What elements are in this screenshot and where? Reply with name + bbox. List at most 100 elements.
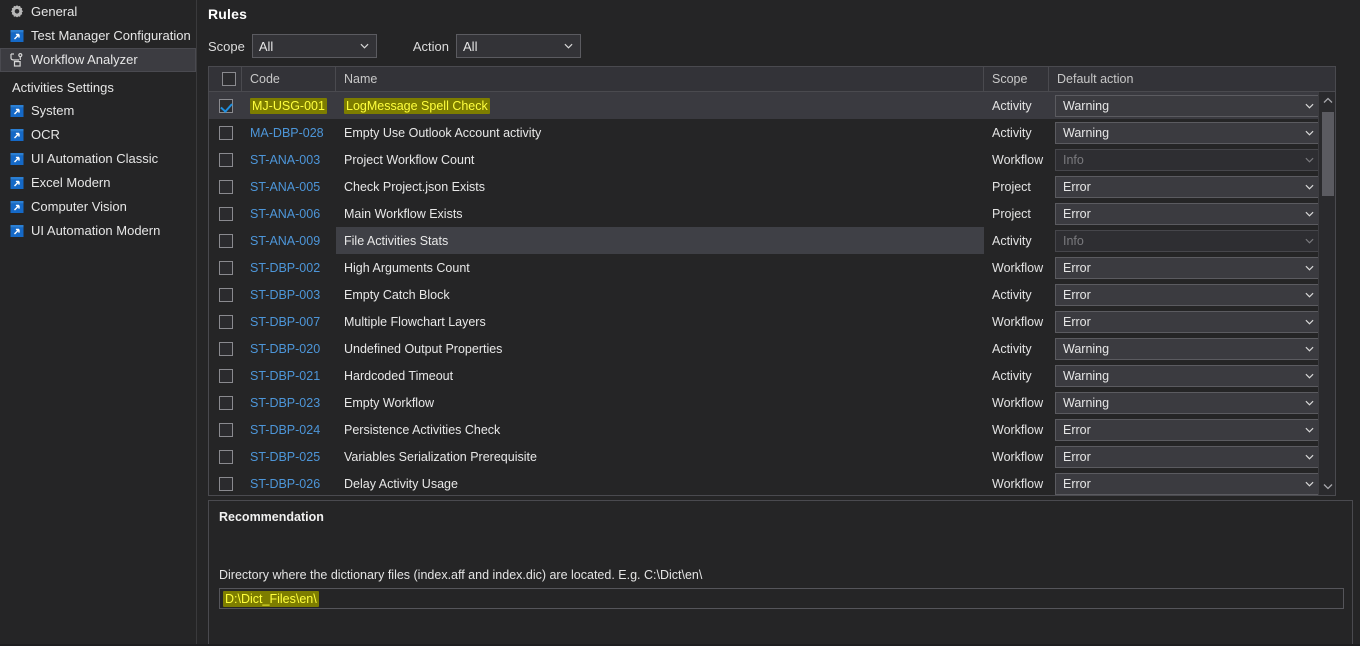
default-action-select[interactable]: Error xyxy=(1055,202,1323,225)
sidebar-item-ocr[interactable]: OCR xyxy=(0,123,196,147)
select-all-header[interactable] xyxy=(209,67,242,92)
rule-scope-cell: Workflow xyxy=(992,152,1044,167)
sidebar-item-computer-vision[interactable]: Computer Vision xyxy=(0,195,196,219)
row-checkbox[interactable] xyxy=(218,233,233,248)
column-header-name[interactable]: Name xyxy=(336,67,984,92)
table-row[interactable]: ST-DBP-021 Hardcoded Timeout Activity Warni… xyxy=(209,362,1335,389)
table-row[interactable]: ST-ANA-003 Project Workflow Count Workflow… xyxy=(209,146,1335,173)
table-row[interactable]: MA-DBP-028 Empty Use Outlook Account acti… xyxy=(209,119,1335,146)
row-checkbox[interactable] xyxy=(218,341,233,356)
chevron-down-icon xyxy=(1305,317,1314,326)
settings-window: General Test Manager Configuration Workflo… xyxy=(0,0,1360,646)
default-action-value: Warning xyxy=(1063,395,1110,410)
select-all-checkbox[interactable] xyxy=(222,72,236,86)
default-action-select[interactable]: Warning xyxy=(1055,391,1323,414)
row-checkbox-cell[interactable] xyxy=(209,443,242,470)
default-action-select[interactable]: Warning xyxy=(1055,337,1323,360)
sidebar-item-test-manager-configuration[interactable]: Test Manager Configuration xyxy=(0,24,196,48)
table-row[interactable]: MJ-USG-001 LogMessage Spell Check Activity… xyxy=(209,92,1335,119)
sidebar-item-system[interactable]: System xyxy=(0,99,196,123)
row-checkbox-cell[interactable] xyxy=(209,335,242,362)
table-row[interactable]: ST-DBP-020 Undefined Output Properties Act… xyxy=(209,335,1335,362)
scroll-down-arrow-icon[interactable] xyxy=(1319,478,1335,495)
table-row[interactable]: ST-DBP-007 Multiple Flowchart Layers Workf… xyxy=(209,308,1335,335)
row-checkbox[interactable] xyxy=(218,179,233,194)
row-checkbox[interactable] xyxy=(218,368,233,383)
package-icon xyxy=(9,223,25,239)
default-action-select[interactable]: Error xyxy=(1055,472,1323,495)
table-row[interactable]: ST-ANA-006 Main Workflow Exists Project Err… xyxy=(209,200,1335,227)
column-header-scope[interactable]: Scope xyxy=(984,67,1049,92)
scope-filter-label: Scope xyxy=(208,38,245,54)
row-checkbox-cell[interactable] xyxy=(209,254,242,281)
default-action-value: Error xyxy=(1063,449,1091,464)
rule-action-cell: Error xyxy=(1049,416,1335,443)
row-checkbox[interactable] xyxy=(218,449,233,464)
rule-name-cell: Empty Catch Block xyxy=(336,281,984,308)
sidebar-item-ui-automation-modern[interactable]: UI Automation Modern xyxy=(0,219,196,243)
row-checkbox-cell[interactable] xyxy=(209,416,242,443)
row-checkbox-cell[interactable] xyxy=(209,119,242,146)
table-row[interactable]: ST-ANA-005 Check Project.json Exists Proje… xyxy=(209,173,1335,200)
default-action-select[interactable]: Error xyxy=(1055,445,1323,468)
row-checkbox[interactable] xyxy=(218,206,233,221)
action-filter-select[interactable]: All xyxy=(456,34,582,58)
column-header-code[interactable]: Code xyxy=(242,67,336,92)
sidebar-item-general[interactable]: General xyxy=(0,0,196,24)
default-action-select[interactable]: Error xyxy=(1055,310,1323,333)
row-checkbox-cell[interactable] xyxy=(209,281,242,308)
package-icon xyxy=(9,151,25,167)
package-icon xyxy=(9,103,25,119)
rule-code: ST-DBP-026 xyxy=(250,476,321,491)
column-header-default-action[interactable]: Default action xyxy=(1049,67,1335,92)
row-checkbox-cell[interactable] xyxy=(209,470,242,495)
row-checkbox-cell[interactable] xyxy=(209,308,242,335)
sidebar-item-ui-automation-classic[interactable]: UI Automation Classic xyxy=(0,147,196,171)
row-checkbox[interactable] xyxy=(218,125,233,140)
sidebar-item-label: Excel Modern xyxy=(31,175,111,190)
row-checkbox[interactable] xyxy=(218,395,233,410)
scope-filter-select[interactable]: All xyxy=(251,34,377,58)
row-checkbox[interactable] xyxy=(218,152,233,167)
default-action-select[interactable]: Error xyxy=(1055,256,1323,279)
table-row[interactable]: ST-ANA-009 File Activities Stats Activity I… xyxy=(209,227,1335,254)
default-action-select[interactable]: Warning xyxy=(1055,121,1323,144)
default-action-select[interactable]: Error xyxy=(1055,283,1323,306)
default-action-select[interactable]: Error xyxy=(1055,175,1323,198)
row-checkbox[interactable] xyxy=(218,260,233,275)
table-row[interactable]: ST-DBP-002 High Arguments Count Workflow Er… xyxy=(209,254,1335,281)
table-row[interactable]: ST-DBP-003 Empty Catch Block Activity Error xyxy=(209,281,1335,308)
table-row[interactable]: ST-DBP-023 Empty Workflow Workflow Warning xyxy=(209,389,1335,416)
default-action-value: Error xyxy=(1063,314,1091,329)
row-checkbox-cell[interactable] xyxy=(209,362,242,389)
table-row[interactable]: ST-DBP-024 Persistence Activities Check Wo… xyxy=(209,416,1335,443)
scroll-up-arrow-icon[interactable] xyxy=(1319,92,1335,109)
rule-name: Empty Workflow xyxy=(344,395,435,410)
row-checkbox[interactable] xyxy=(218,314,233,329)
row-checkbox[interactable] xyxy=(218,287,233,302)
rule-code-cell: ST-DBP-023 xyxy=(242,389,336,416)
sidebar-item-excel-modern[interactable]: Excel Modern xyxy=(0,171,196,195)
row-checkbox-cell[interactable] xyxy=(209,227,242,254)
row-checkbox[interactable] xyxy=(218,98,233,113)
rule-code-cell: ST-DBP-020 xyxy=(242,335,336,362)
row-checkbox-cell[interactable] xyxy=(209,173,242,200)
row-checkbox[interactable] xyxy=(218,422,233,437)
row-checkbox[interactable] xyxy=(218,476,233,491)
dictionary-path-input[interactable]: D:\Dict_Files\en\ xyxy=(219,588,1344,609)
package-icon xyxy=(9,199,25,215)
sidebar-item-workflow-analyzer[interactable]: Workflow Analyzer xyxy=(0,48,196,72)
default-action-select[interactable]: Error xyxy=(1055,418,1323,441)
default-action-select[interactable]: Warning xyxy=(1055,364,1323,387)
scrollbar-thumb[interactable] xyxy=(1322,112,1334,196)
rule-action-cell: Error xyxy=(1049,254,1335,281)
table-row[interactable]: ST-DBP-025 Variables Serialization Prereq… xyxy=(209,443,1335,470)
table-row[interactable]: ST-DBP-026 Delay Activity Usage Workflow Er… xyxy=(209,470,1335,495)
row-checkbox-cell[interactable] xyxy=(209,92,242,119)
default-action-select[interactable]: Warning xyxy=(1055,94,1323,117)
rules-table-scrollbar[interactable] xyxy=(1318,92,1335,495)
rule-code: ST-ANA-005 xyxy=(250,179,321,194)
row-checkbox-cell[interactable] xyxy=(209,389,242,416)
row-checkbox-cell[interactable] xyxy=(209,146,242,173)
row-checkbox-cell[interactable] xyxy=(209,200,242,227)
